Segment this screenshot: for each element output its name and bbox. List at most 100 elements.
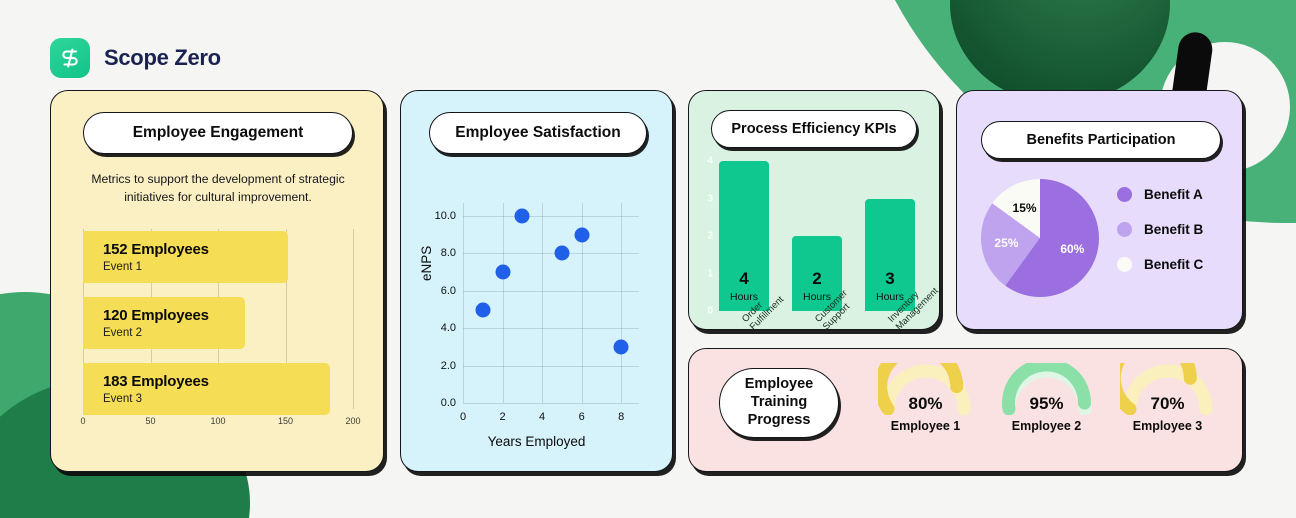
engagement-description: Metrics to support the development of st… [91,172,345,204]
legend-color-dot [1117,222,1132,237]
x-axis-tick: 4 [539,411,546,423]
gridline [463,290,639,292]
scatter-point [613,339,629,355]
page-header: Scope Zero [50,38,221,78]
bar-value-label: 152 Employees [103,241,209,258]
card-process-efficiency-kpis: Process Efficiency KPIs 0 1 2 3 4 4 Hours Order… [688,90,941,333]
y-axis-tick: 2 [707,230,713,242]
y-axis-tick: 10.0 [434,210,456,223]
scatter-point [574,227,590,243]
bar-category-label: Event 1 [103,261,142,273]
training-title-line: Training [750,394,808,411]
kpi-unit-label: Hours [729,291,758,303]
scatter-point [495,264,511,280]
x-axis-tick: 2 [499,411,506,423]
card-title-employee-training-progress: Employee Training Progress [719,368,839,438]
legend-item: Benefit C [1117,257,1203,272]
engagement-bar: 120 Employees Event 2 [83,297,245,349]
gauge-category-label: Employee 2 [1011,419,1082,433]
kpi-value-label: 4 [739,269,749,288]
gridline [463,365,639,367]
card-title-benefits-participation: Benefits Participation [981,121,1221,159]
card-title-employee-engagement: Employee Engagement [83,112,353,154]
training-title-line: Progress [747,411,811,428]
card-title-employee-satisfaction: Employee Satisfaction [429,112,647,154]
x-axis-tick: 0 [80,416,86,426]
y-axis-tick: 2.0 [440,359,456,372]
y-axis-tick: 0 [707,305,713,317]
satisfaction-x-axis-label: Years Employed [487,434,586,449]
x-axis-tick: 100 [210,416,226,426]
x-axis-tick: 150 [277,416,294,426]
y-axis-tick: 6.0 [440,284,456,297]
x-axis-tick: 8 [618,411,625,423]
engagement-x-axis: 0 50 100 150 200 [80,416,360,432]
legend-color-dot [1117,257,1132,272]
gauge-arc: 80% [873,342,974,416]
x-axis-tick: 6 [578,411,585,423]
gridline [502,203,504,403]
gridline [542,203,544,403]
y-axis-tick: 1 [707,268,713,279]
decorative-dark-green-circle [950,0,1170,104]
scatter-point [554,245,570,261]
legend-label: Benefit A [1144,187,1203,202]
benefits-pie-chart: 60% 25% 15% [981,179,1099,297]
benefits-legend: Benefit A Benefit B Benefit C [1117,187,1203,272]
gauge-category-label: Employee 1 [890,419,961,433]
gauge-arc: 95% [999,358,1095,416]
legend-label: Benefit B [1144,222,1204,237]
gauge-value-label: 70% [1150,394,1185,413]
gridline [353,229,354,409]
gridline [463,328,639,330]
y-axis-tick: 4.0 [440,322,456,335]
x-axis-tick: 200 [345,416,361,426]
card-title-process-efficiency-kpis: Process Efficiency KPIs [711,110,917,148]
legend-color-dot [1117,187,1132,202]
training-title-line: Employee [744,376,814,393]
kpi-value-label: 3 [885,269,895,288]
scatter-point [475,302,491,318]
legend-item: Benefit B [1117,222,1203,237]
gridline [463,403,639,404]
bar-value-label: 183 Employees [103,373,209,390]
kpi-bar-chart: 0 1 2 3 4 4 Hours Order Fulfillment 2 Hours Custome… [707,156,941,333]
training-gauges: 80% Employee 1 95% Employee 2 70% Employee 3 [865,333,1228,433]
dashboard-root: Scope Zero Employee Engagement Metrics t… [0,0,1296,518]
training-gauge: 80% Employee 1 [867,342,985,433]
x-axis-tick: 0 [459,411,467,423]
y-axis-tick: 3 [707,193,713,204]
gauge-value-label: 80% [908,394,943,413]
axis-line [463,203,464,403]
y-axis-tick: 4 [707,155,713,167]
y-axis-tick: 8.0 [440,247,456,260]
kpi-value-label: 2 [812,269,822,288]
pie-slice-label: 60% [1060,241,1085,256]
kpi-unit-label: Hours [875,291,904,303]
engagement-bar: 152 Employees Event 1 [83,231,289,283]
gauge-arc: 70% [1107,333,1216,416]
gauge-category-label: Employee 3 [1132,419,1203,433]
scope-zero-logo-icon [50,38,90,78]
kpi-bar: 4 Hours [719,161,769,311]
card-employee-training-progress: Employee Training Progress 80% Employee 1 95… [688,333,1243,472]
training-gauge: 70% Employee 3 [1107,333,1227,433]
training-gauge: 95% Employee 2 [988,358,1106,433]
bar-category-label: Event 3 [103,393,142,405]
pie-slice-label: 25% [994,236,1019,251]
legend-item: Benefit A [1117,187,1203,202]
y-axis-tick: 0.0 [440,397,456,409]
satisfaction-y-axis-label: eNPS [419,245,434,281]
gridline [463,253,639,255]
satisfaction-scatter-plot: 0.0 2.0 4.0 6.0 8.0 10.0 0 2 4 6 8 [435,203,639,423]
gridline [463,216,639,218]
kpi-unit-label: Hours [802,291,831,303]
gridline [621,203,623,403]
scatter-point [514,208,530,224]
card-benefits-participation: Benefits Participation 60% 25% 15% Benefit… [956,90,1243,330]
brand-name: Scope Zero [104,45,221,70]
x-axis-tick: 50 [145,416,156,426]
engagement-bar-chart: 152 Employees Event 1 120 Employees Event 2… [83,229,354,415]
gauge-value-label: 95% [1029,394,1064,413]
legend-label: Benefit C [1144,257,1204,272]
